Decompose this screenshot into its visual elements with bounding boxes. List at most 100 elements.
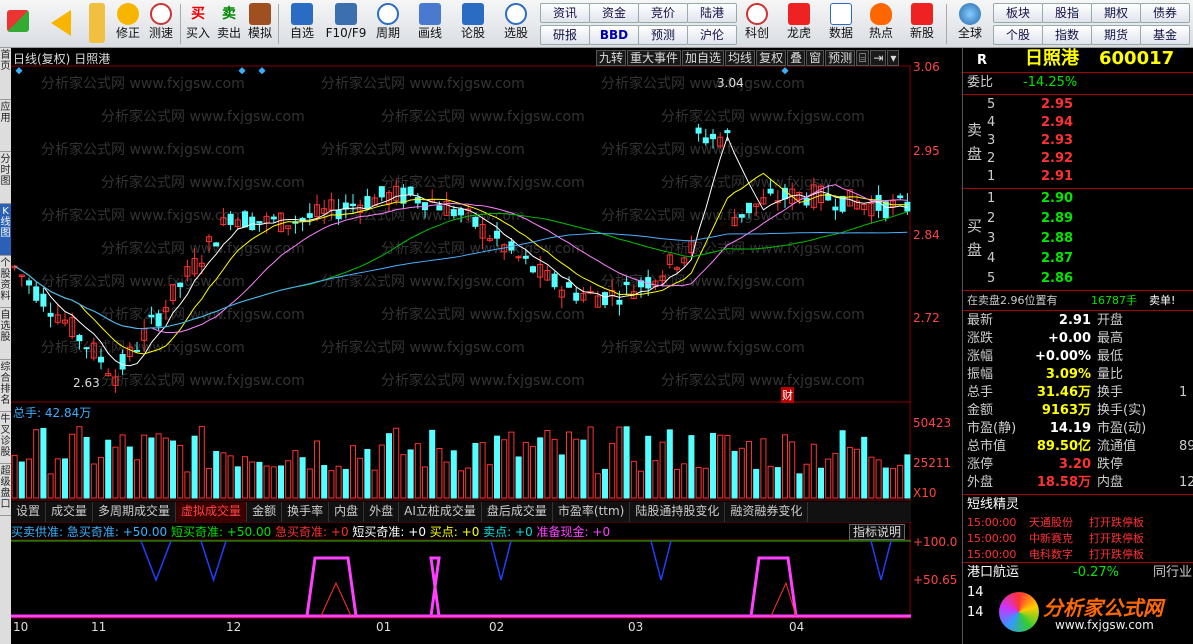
nav-stock-index[interactable]: 股指 — [1042, 3, 1092, 23]
indicator-tab-0[interactable]: 设置 — [11, 502, 47, 522]
signal-item-1: 急买奇准: +50.00 — [66, 525, 171, 539]
buy-level: 3 — [987, 231, 996, 246]
bottom-row-2: 14 — [967, 604, 984, 622]
left-tab-8[interactable]: 超级盘口 — [0, 464, 11, 516]
indicator-tab-12[interactable]: 融资融券变化 — [725, 502, 809, 522]
global-button[interactable]: 全球 — [952, 2, 988, 46]
buy-price: 2.86 — [1041, 271, 1074, 286]
back-button[interactable] — [46, 2, 76, 46]
chart-button-9[interactable]: ⇥ — [870, 50, 887, 66]
chart-button-5[interactable]: 叠 — [787, 50, 806, 66]
indicator-tab-5[interactable]: 换手率 — [282, 502, 330, 522]
buy-price: 2.88 — [1041, 231, 1074, 246]
chart-button-8[interactable]: ⌸ — [856, 50, 870, 66]
stat-row-4: 总手 31.46万 换手 1 — [967, 384, 1187, 402]
star-market-button[interactable]: 科创 — [742, 2, 772, 46]
chart-button-10[interactable]: ▾ — [887, 50, 900, 66]
hot-button[interactable]: 热点 — [864, 2, 898, 46]
nav-funds[interactable]: 资金 — [589, 3, 639, 23]
kline-chart[interactable]: 分析家公式网 www.fxjgsw.com 分析家公式网 www.fxjgsw.c… — [11, 48, 957, 644]
svg-text:分析家公式网 www.fxjgsw.com: 分析家公式网 www.fxjgsw.com — [101, 240, 305, 257]
weibi-value: -14.25% — [1023, 75, 1078, 90]
left-tab-1[interactable]: 应用 — [0, 100, 11, 152]
refresh-icon — [117, 3, 139, 25]
f10-button[interactable]: F10/F9 — [324, 2, 368, 46]
sell-price: 2.92 — [1041, 151, 1074, 166]
left-tab-0[interactable]: 首页 — [0, 48, 11, 100]
nav-options[interactable]: 期权 — [1091, 3, 1141, 23]
ipo-button[interactable]: 新股 — [904, 2, 940, 46]
left-tab-2[interactable]: 分时图 — [0, 152, 11, 204]
price-axis-label: 3.06 — [913, 60, 940, 74]
stat-value: 12 — [1179, 475, 1193, 490]
left-tab-7[interactable]: 牛叉诊股 — [0, 412, 11, 464]
indicator-tab-10[interactable]: 市盈率(ttm) — [553, 502, 631, 522]
left-tab-5[interactable]: 自选股 — [0, 308, 11, 360]
draw-line-button[interactable]: 画线 — [410, 2, 450, 46]
data-button[interactable]: 数据 — [824, 2, 858, 46]
nav-funds2[interactable]: 基金 — [1140, 25, 1190, 45]
discuss-button[interactable]: 论股 — [456, 2, 490, 46]
indicator-tab-7[interactable]: 外盘 — [364, 502, 400, 522]
stat-label: 涨停 — [967, 457, 994, 472]
industry-more: 同行业 — [1153, 565, 1193, 580]
speed-test-button[interactable]: 测速 — [146, 2, 176, 46]
nav-stock[interactable]: 个股 — [993, 25, 1043, 45]
nav-sector[interactable]: 板块 — [993, 3, 1043, 23]
buy-level: 5 — [987, 271, 996, 286]
left-tab-4[interactable]: 个股资料 — [0, 256, 11, 308]
chart-button-6[interactable]: 窗 — [806, 50, 825, 66]
stat-label: 换手 — [1097, 385, 1124, 400]
chart-button-4[interactable]: 复权 — [756, 50, 787, 66]
queue-text: 在卖盘2.96位置有 — [967, 294, 1058, 307]
left-tab-3[interactable]: K线图 — [0, 204, 11, 256]
indicator-tab-1[interactable]: 成交量 — [46, 502, 94, 522]
refresh-button[interactable]: 修正 — [113, 2, 143, 46]
dragon-tiger-button[interactable]: 龙虎 — [782, 2, 816, 46]
left-tab-6[interactable]: 综合排名 — [0, 360, 11, 412]
sell-button[interactable]: 卖卖出 — [215, 2, 243, 46]
stat-value: 3.20 — [1058, 457, 1091, 472]
nav-bonds[interactable]: 债券 — [1140, 3, 1190, 23]
chart-button-0[interactable]: 九转 — [596, 50, 627, 66]
stock-picker-button[interactable]: 选股 — [496, 2, 536, 46]
chart-button-7[interactable]: 预测 — [825, 50, 856, 66]
indicator-tab-9[interactable]: 盘后成交量 — [482, 502, 553, 522]
nav-research[interactable]: 研报 — [540, 25, 590, 45]
page-nav-icon[interactable] — [84, 2, 110, 46]
svg-text:分析家公式网 www.fxjgsw.com: 分析家公式网 www.fxjgsw.com — [321, 339, 525, 356]
stat-label: 开盘 — [1097, 313, 1124, 328]
buy-button[interactable]: 买买入 — [184, 2, 212, 46]
buy-level: 4 — [987, 251, 996, 266]
nav-shanghai-london[interactable]: 沪伦 — [687, 25, 737, 45]
date-label: 10 — [13, 620, 29, 634]
nav-hk-connect[interactable]: 陆港 — [687, 3, 737, 23]
indicator-tab-11[interactable]: 陆股通持股变化 — [630, 502, 726, 522]
watchlist-button[interactable]: 自选 — [284, 2, 320, 46]
app-menu-icon[interactable] — [4, 2, 32, 46]
indicator-tab-4[interactable]: 金额 — [247, 502, 283, 522]
globe-icon — [959, 3, 981, 25]
period-button[interactable]: 周期 — [370, 2, 406, 46]
chart-button-2[interactable]: 加自选 — [682, 50, 725, 66]
indicator-tab-3[interactable]: 虚拟成交量 — [176, 502, 248, 522]
stat-row-6: 市盈(静) 14.19 市盈(动) — [967, 420, 1146, 438]
chart-button-1[interactable]: 重大事件 — [627, 50, 682, 66]
simulate-button[interactable]: 模拟 — [246, 2, 274, 46]
indicator-tab-8[interactable]: AI立桩成交量 — [399, 502, 482, 522]
high-price-label: 3.04 — [717, 76, 744, 90]
nav-index[interactable]: 指数 — [1042, 25, 1092, 45]
chart-button-3[interactable]: 均线 — [725, 50, 756, 66]
stat-label: 最新 — [967, 313, 994, 328]
indicator-tab-2[interactable]: 多周期成交量 — [93, 502, 177, 522]
stat-label: 量比 — [1097, 367, 1124, 382]
nav-forecast[interactable]: 预测 — [638, 25, 688, 45]
nav-auction[interactable]: 竞价 — [638, 3, 688, 23]
svg-text:分析家公式网 www.fxjgsw.com: 分析家公式网 www.fxjgsw.com — [601, 207, 805, 224]
indicator-help-button[interactable]: 指标说明 — [849, 524, 905, 540]
nav-news[interactable]: 资讯 — [540, 3, 590, 23]
indicator-tab-6[interactable]: 内盘 — [329, 502, 365, 522]
financial-marker[interactable]: 财 — [781, 387, 794, 403]
nav-futures[interactable]: 期货 — [1091, 25, 1141, 45]
nav-bbd[interactable]: BBD — [589, 25, 639, 45]
